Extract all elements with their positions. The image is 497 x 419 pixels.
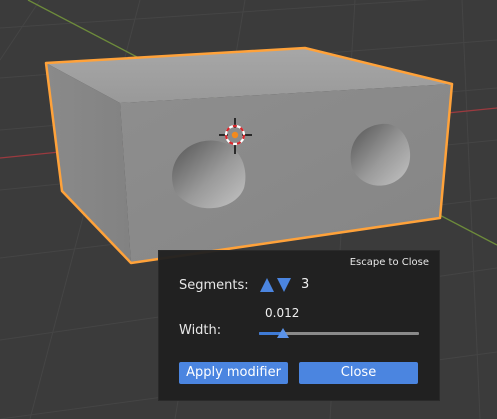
width-label: Width: (179, 323, 222, 338)
bevel-operator-panel: Escape to Close Segments: 3 0.012 Width:… (158, 250, 440, 401)
width-slider-thumb[interactable] (277, 328, 289, 338)
escape-hint: Escape to Close (349, 257, 429, 268)
segments-label: Segments: (179, 278, 249, 293)
segments-up-icon[interactable] (259, 277, 275, 293)
segments-value: 3 (301, 277, 310, 292)
selected-mesh-box[interactable] (44, 46, 454, 265)
width-slider[interactable] (259, 326, 419, 340)
close-button[interactable]: Close (299, 362, 418, 384)
segments-down-icon[interactable] (276, 277, 292, 293)
width-value: 0.012 (265, 306, 300, 320)
apply-modifier-button[interactable]: Apply modifier (179, 362, 288, 384)
